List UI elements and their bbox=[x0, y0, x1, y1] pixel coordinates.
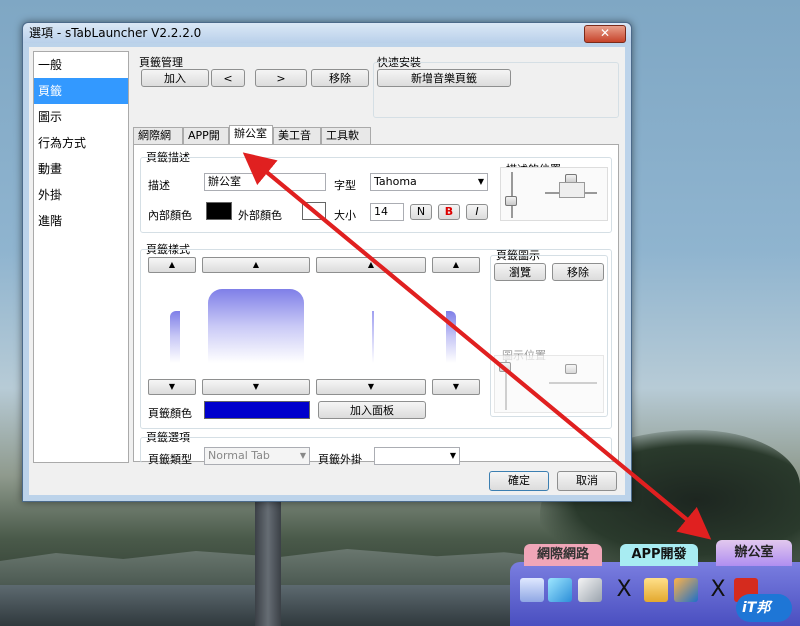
tab-type-label: 頁籤類型 bbox=[148, 453, 192, 466]
ithome-logo: iT邦 bbox=[736, 594, 792, 622]
tab-app-dev[interactable]: APP開發 bbox=[183, 127, 229, 158]
inner-color-label: 內部顏色 bbox=[148, 209, 192, 222]
left-body-down-button[interactable]: ▼ bbox=[202, 379, 310, 395]
dock-tab-internet[interactable]: 網際網路 bbox=[524, 544, 602, 566]
category-sidebar: 一般 頁籤 圖示 行為方式 動畫 外掛 進階 bbox=[33, 51, 129, 463]
inner-color-swatch[interactable] bbox=[206, 202, 232, 220]
tab-color-swatch[interactable] bbox=[204, 401, 310, 419]
italic-style-button[interactable]: I bbox=[466, 204, 488, 220]
preview-divider bbox=[372, 311, 374, 363]
desc-label: 描述 bbox=[148, 179, 170, 192]
left-edge-up-button[interactable]: ▲ bbox=[148, 257, 196, 273]
browse-icon-button[interactable]: 瀏覽 bbox=[494, 263, 546, 281]
client-area: 一般 頁籤 圖示 行為方式 動畫 外掛 進階 頁籤管理 加入 < > 移除 快速… bbox=[29, 47, 625, 495]
bold-style-button[interactable]: B bbox=[438, 204, 460, 220]
close-button[interactable]: ✕ bbox=[584, 25, 626, 43]
preview-tab-body bbox=[208, 289, 304, 363]
add-tab-button[interactable]: 加入 bbox=[141, 69, 209, 87]
sidebar-item-general[interactable]: 一般 bbox=[34, 52, 128, 78]
excel-x-icon[interactable]: X bbox=[612, 578, 636, 602]
ok-button[interactable]: 確定 bbox=[489, 471, 549, 491]
tab-tools[interactable]: 工具軟體 bbox=[321, 127, 371, 158]
remove-icon-button[interactable]: 移除 bbox=[552, 263, 604, 281]
next-tab-button[interactable]: > bbox=[255, 69, 307, 87]
preview-left-edge bbox=[170, 311, 180, 363]
right-body-up-button[interactable]: ▲ bbox=[316, 257, 426, 273]
cancel-button[interactable]: 取消 bbox=[557, 471, 617, 491]
dock-tab-app-dev[interactable]: APP開發 bbox=[620, 544, 698, 566]
left-body-up-button[interactable]: ▲ bbox=[202, 257, 310, 273]
chevron-down-icon: ▼ bbox=[299, 451, 306, 460]
tab-plugin-select[interactable]: ▼ bbox=[374, 447, 460, 465]
outer-color-swatch[interactable] bbox=[302, 202, 326, 220]
desc-position-picker[interactable] bbox=[500, 167, 608, 221]
size-label: 大小 bbox=[334, 209, 356, 222]
title-bar[interactable]: 選項 - sTabLauncher V2.2.2.0 ✕ bbox=[23, 23, 631, 43]
folder-icon[interactable] bbox=[644, 578, 668, 602]
sidebar-item-behavior[interactable]: 行為方式 bbox=[34, 130, 128, 156]
note-icon[interactable] bbox=[548, 578, 572, 602]
left-edge-down-button[interactable]: ▼ bbox=[148, 379, 196, 395]
add-music-tab-button[interactable]: 新增音樂頁籤 bbox=[377, 69, 511, 87]
dock-tab-office[interactable]: 辦公室 bbox=[716, 540, 792, 566]
right-edge-up-button[interactable]: ▲ bbox=[432, 257, 480, 273]
sidebar-item-animation[interactable]: 動畫 bbox=[34, 156, 128, 182]
calculator-icon[interactable] bbox=[520, 578, 544, 602]
sidebar-item-tabs[interactable]: 頁籤 bbox=[34, 78, 128, 104]
window-title: 選項 - sTabLauncher V2.2.2.0 bbox=[29, 26, 202, 40]
size-input[interactable]: 14 bbox=[370, 203, 404, 221]
tab-panel-office: 頁籤描述 描述 辦公室 字型 Tahoma ▼ 內部顏色 外部顏色 大小 14 … bbox=[133, 144, 619, 466]
sidebar-item-plugins[interactable]: 外掛 bbox=[34, 182, 128, 208]
chevron-down-icon: ▼ bbox=[477, 177, 484, 186]
add-panel-button[interactable]: 加入面板 bbox=[318, 401, 426, 419]
x-tool-icon[interactable]: X bbox=[706, 578, 730, 602]
tab-art-music[interactable]: 美工音樂 bbox=[273, 127, 321, 158]
tab-type-select[interactable]: Normal Tab ▼ bbox=[204, 447, 310, 465]
outer-color-label: 外部顏色 bbox=[238, 209, 282, 222]
vertical-thumb[interactable] bbox=[505, 196, 517, 206]
box-icon[interactable] bbox=[578, 578, 602, 602]
background-pole bbox=[255, 500, 281, 626]
font-select-value: Tahoma bbox=[374, 175, 417, 188]
right-body-down-button[interactable]: ▼ bbox=[316, 379, 426, 395]
desc-input[interactable]: 辦公室 bbox=[204, 173, 326, 191]
icon-position-picker[interactable] bbox=[494, 355, 604, 413]
remove-tab-button[interactable]: 移除 bbox=[311, 69, 369, 87]
font-label: 字型 bbox=[334, 179, 356, 192]
normal-style-button[interactable]: N bbox=[410, 204, 432, 220]
font-select[interactable]: Tahoma ▼ bbox=[370, 173, 488, 191]
tab-color-label: 頁籤顏色 bbox=[148, 407, 192, 420]
vertical-track bbox=[511, 172, 513, 218]
tab-internet[interactable]: 網際網路 bbox=[133, 127, 183, 158]
sidebar-item-advanced[interactable]: 進階 bbox=[34, 208, 128, 234]
options-window: 選項 - sTabLauncher V2.2.2.0 ✕ 一般 頁籤 圖示 行為… bbox=[22, 22, 632, 502]
tab-office[interactable]: 辦公室 bbox=[229, 125, 273, 145]
preview-right-edge bbox=[446, 311, 456, 363]
tab-plugin-label: 頁籤外掛 bbox=[318, 453, 362, 466]
icon-vertical-thumb[interactable] bbox=[499, 362, 511, 372]
icon-horizontal-track bbox=[549, 382, 597, 384]
sidebar-item-icons[interactable]: 圖示 bbox=[34, 104, 128, 130]
window-icon[interactable] bbox=[674, 578, 698, 602]
chevron-down-icon: ▼ bbox=[449, 451, 456, 460]
right-edge-down-button[interactable]: ▼ bbox=[432, 379, 480, 395]
prev-tab-button[interactable]: < bbox=[211, 69, 245, 87]
icon-horizontal-thumb[interactable] bbox=[565, 364, 577, 374]
tab-type-value: Normal Tab bbox=[208, 449, 270, 462]
position-preview bbox=[559, 182, 585, 198]
